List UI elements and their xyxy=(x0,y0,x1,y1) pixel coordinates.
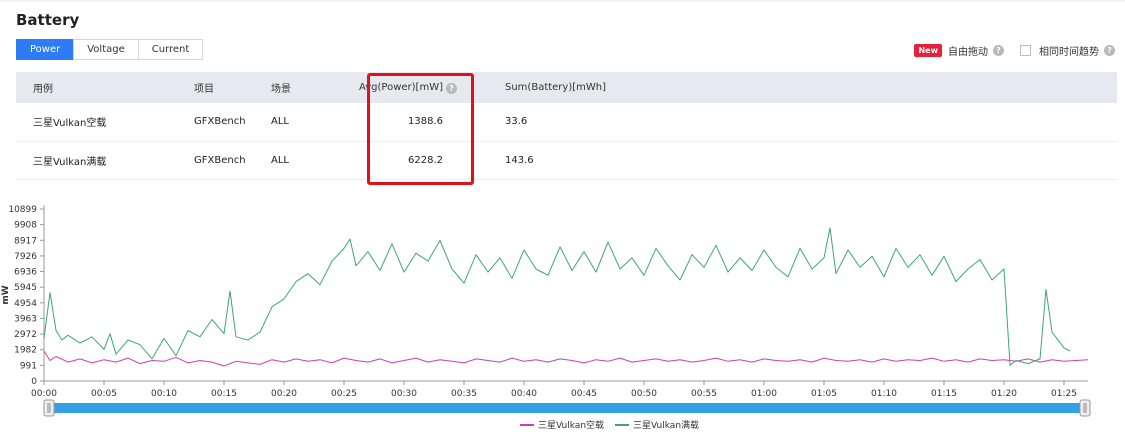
cell-scene: ALL xyxy=(271,141,359,180)
cell-case: 三星Vulkan满载 xyxy=(16,141,194,180)
cell-avg-power-value: 6228.2 xyxy=(408,154,443,166)
same-time-trend-help-icon[interactable]: ? xyxy=(1104,44,1115,56)
free-drag-label[interactable]: 自由拖动 xyxy=(948,43,988,58)
x-tick-label: 00:40 xyxy=(511,389,537,399)
col-header-scene: 场景 xyxy=(271,72,359,103)
x-tick-label: 00:00 xyxy=(31,389,57,399)
x-tick-label: 00:55 xyxy=(691,389,717,399)
cell-avg-power-value: 1388.6 xyxy=(408,116,443,128)
cell-sum-battery-value: 33.6 xyxy=(505,116,528,128)
metric-tabs: Power Voltage Current xyxy=(16,39,204,60)
chart-options: New 自由拖动 ? 相同时间趋势 ? xyxy=(914,41,1115,59)
y-tick-label: 1982 xyxy=(14,346,37,356)
free-drag-help-icon[interactable]: ? xyxy=(993,44,1004,56)
y-tick-label: 4954 xyxy=(14,299,37,309)
col-header-avg-power-label: Avg(Power)[mW] xyxy=(359,81,443,93)
avg-power-help-icon[interactable]: ? xyxy=(446,82,457,94)
x-tick-label: 01:25 xyxy=(1051,389,1077,399)
x-tick-label: 00:20 xyxy=(271,389,297,399)
x-tick-label: 00:25 xyxy=(331,389,357,399)
cell-avg-power: 6228.2 xyxy=(359,141,467,180)
x-tick-label: 01:20 xyxy=(991,389,1017,399)
x-tick-label: 01:15 xyxy=(931,389,957,399)
y-axis-label: mW xyxy=(1,285,11,304)
page-title: Battery xyxy=(16,11,80,29)
y-tick-label: 6936 xyxy=(14,268,37,278)
cell-scene: ALL xyxy=(271,103,359,142)
legend-label-full[interactable]: 三星Vulkan满载 xyxy=(633,419,699,431)
x-tick-label: 00:45 xyxy=(571,389,597,399)
same-time-trend-checkbox[interactable] xyxy=(1020,44,1031,56)
x-tick-label: 00:15 xyxy=(211,389,237,399)
y-tick-label: 2972 xyxy=(14,330,37,340)
col-header-project: 项目 xyxy=(194,72,271,103)
y-tick-label: 0 xyxy=(31,377,37,387)
y-tick-label: 5945 xyxy=(14,283,37,293)
col-header-case: 用例 xyxy=(16,72,194,103)
tab-current[interactable]: Current xyxy=(137,39,204,60)
cell-sum-battery: 33.6 xyxy=(467,103,1117,142)
power-line-chart: 0 991 1982 2972 3963 4954 5945 6936 7926 8917 9908… xyxy=(1,205,1091,431)
x-tick-label: 00:30 xyxy=(391,389,417,399)
series-line-full xyxy=(43,227,1071,366)
table-row: 三星Vulkan空载 GFXBench ALL 1388.6 33.6 xyxy=(16,103,1117,142)
x-tick-label: 01:05 xyxy=(811,389,837,399)
x-tick-label: 00:10 xyxy=(151,389,177,399)
x-tick-label: 00:05 xyxy=(91,389,117,399)
zoom-range-bar[interactable] xyxy=(48,403,1084,413)
y-tick-label: 3963 xyxy=(14,314,37,324)
y-tick-label: 7926 xyxy=(14,252,37,262)
tab-voltage[interactable]: Voltage xyxy=(73,39,139,60)
new-badge: New xyxy=(914,43,942,57)
zoom-handle-left[interactable] xyxy=(43,399,55,417)
table-header-row: 用例 项目 场景 Avg(Power)[mW]? Sum(Battery)[mW… xyxy=(16,72,1117,103)
cell-case: 三星Vulkan空载 xyxy=(16,103,194,142)
results-table: 用例 项目 场景 Avg(Power)[mW]? Sum(Battery)[mW… xyxy=(16,72,1117,180)
legend-label-idle[interactable]: 三星Vulkan空载 xyxy=(538,419,604,431)
tab-power[interactable]: Power xyxy=(16,39,75,60)
y-tick-label: 9908 xyxy=(14,221,37,231)
col-header-sum-battery: Sum(Battery)[mWh] xyxy=(467,72,1117,103)
zoom-handle-right[interactable] xyxy=(1079,399,1091,417)
x-tick-label: 00:50 xyxy=(631,389,657,399)
y-tick-label: 991 xyxy=(20,361,37,371)
y-tick-label: 10899 xyxy=(8,205,37,215)
cell-avg-power: 1388.6 xyxy=(359,103,467,142)
y-tick-label: 8917 xyxy=(14,236,37,246)
top-divider xyxy=(0,0,1125,2)
same-time-trend-label[interactable]: 相同时间趋势 xyxy=(1039,43,1099,58)
cell-project: GFXBench xyxy=(194,103,271,142)
cell-sum-battery-value: 143.6 xyxy=(505,154,534,166)
col-header-avg-power: Avg(Power)[mW]? xyxy=(359,72,467,103)
x-tick-label: 01:10 xyxy=(871,389,897,399)
series-line-idle xyxy=(43,350,1089,367)
x-tick-label: 01:00 xyxy=(751,389,777,399)
cell-sum-battery: 143.6 xyxy=(467,141,1117,180)
col-header-sum-battery-label: Sum(Battery)[mWh] xyxy=(505,82,607,93)
table-row: 三星Vulkan满载 GFXBench ALL 6228.2 143.6 xyxy=(16,141,1117,180)
cell-project: GFXBench xyxy=(194,141,271,180)
x-tick-label: 00:35 xyxy=(451,389,477,399)
